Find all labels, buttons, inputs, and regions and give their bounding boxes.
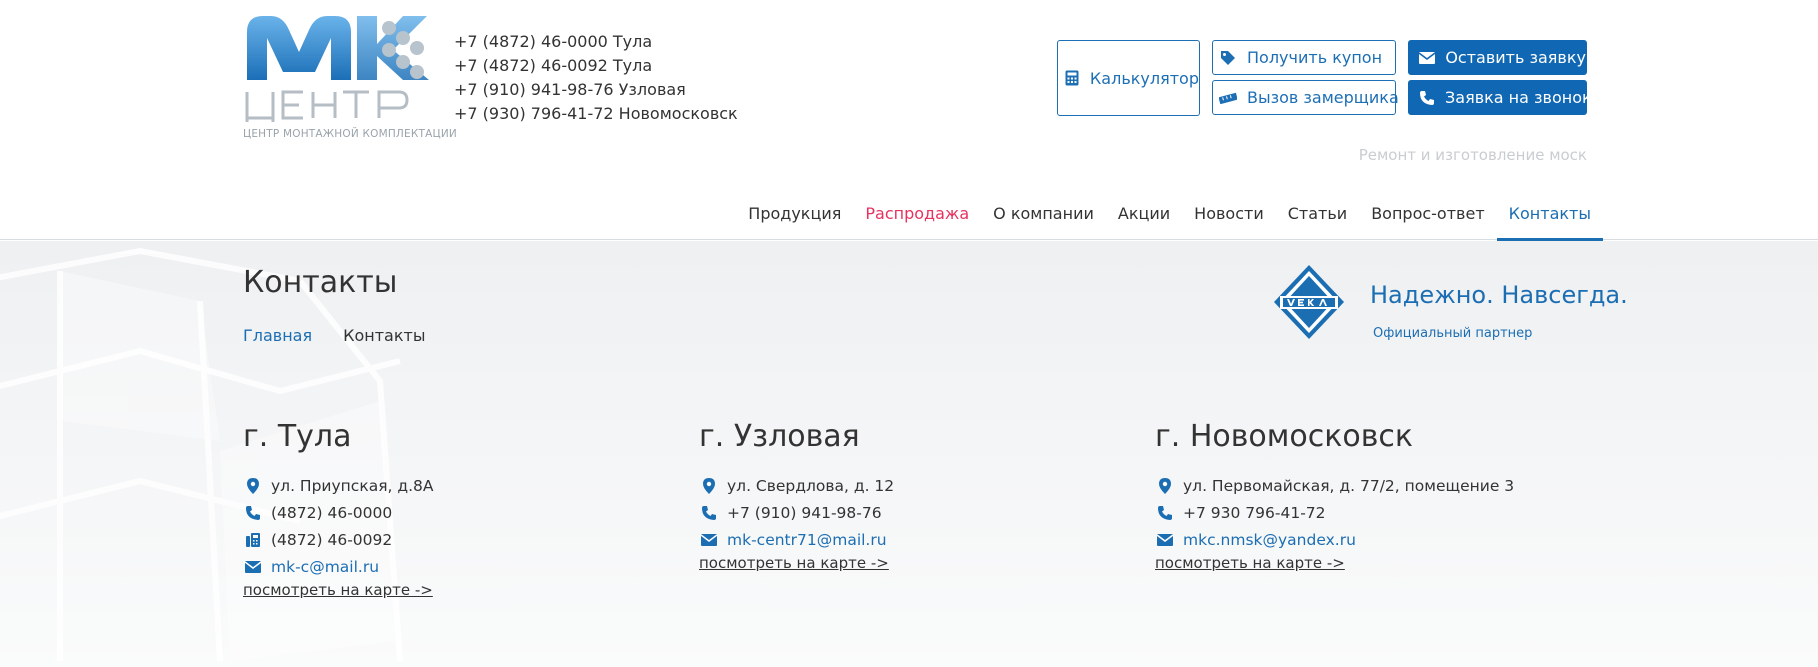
company-logo[interactable] xyxy=(243,10,441,146)
contacts-section: Контакты Главная Контакты Надежно. Навсе… xyxy=(0,241,1818,667)
nav-item-articles[interactable]: Статьи xyxy=(1276,196,1359,240)
header-phone-uzlovaya[interactable]: +7 (910) 941-98-76 Узловая xyxy=(454,78,738,102)
phone-tula[interactable]: (4872) 46-0000 xyxy=(271,504,392,522)
main-navigation: Продукция Распродажа О компании Акции Но… xyxy=(736,196,1604,241)
ruler-icon xyxy=(1219,89,1237,107)
phone-uzlovaya[interactable]: +7 (910) 941-98-76 xyxy=(727,504,882,522)
contact-card-uzlovaya: г. Узловая ул. Свердлова, д. 12 +7 (910)… xyxy=(699,419,894,572)
call-measurer-button[interactable]: Вызов замерщика xyxy=(1212,80,1399,115)
phone-icon xyxy=(699,503,719,523)
request-callback-button[interactable]: Заявка на звонок xyxy=(1408,80,1592,115)
header-phone-novomoskovsk[interactable]: +7 (930) 796-41-72 Новомосковск xyxy=(454,102,738,126)
address-row-uzlovaya: ул. Свердлова, д. 12 xyxy=(699,472,894,499)
address-novomoskovsk: ул. Первомайская, д. 77/2, помещение 3 xyxy=(1183,476,1515,495)
contact-card-novomoskovsk: г. Новомосковск ул. Первомайская, д. 77/… xyxy=(1155,419,1514,572)
address-row-tula: ул. Приупская, д.8А xyxy=(243,472,433,499)
call-measurer-button-label: Вызов замерщика xyxy=(1247,88,1399,107)
envelope-icon xyxy=(1155,530,1175,550)
request-callback-button-label: Заявка на звонок xyxy=(1445,88,1592,107)
nav-item-contacts[interactable]: Контакты xyxy=(1496,196,1604,241)
email-tula[interactable]: mk-c@mail.ru xyxy=(271,558,379,576)
logo-tagline: ЦЕНТР МОНТАЖНОЙ КОМПЛЕКТАЦИИ xyxy=(243,128,457,140)
news-ticker[interactable]: Ремонт и изготовление моск xyxy=(1359,146,1587,164)
get-coupon-button-label: Получить купон xyxy=(1247,48,1383,67)
address-uzlovaya: ул. Свердлова, д. 12 xyxy=(727,476,895,495)
phone-icon xyxy=(1155,503,1175,523)
email-novomoskovsk[interactable]: mkc.nmsk@yandex.ru xyxy=(1183,531,1356,549)
header-phone-tula-1[interactable]: +7 (4872) 46-0000 Тула xyxy=(454,30,738,54)
phone-row-tula: (4872) 46-0000 xyxy=(243,499,433,526)
site-header: ЦЕНТР МОНТАЖНОЙ КОМПЛЕКТАЦИИ +7 (4872) 4… xyxy=(0,0,1818,241)
map-link-novomoskovsk[interactable]: посмотреть на карте -> xyxy=(1155,554,1345,572)
get-coupon-button[interactable]: Получить купон xyxy=(1212,40,1396,75)
page-title: Контакты xyxy=(243,265,398,300)
email-row-tula: mk-c@mail.ru xyxy=(243,553,433,580)
city-name-uzlovaya: г. Узловая xyxy=(699,419,860,454)
phone-novomoskovsk[interactable]: +7 930 796-41-72 xyxy=(1183,504,1326,522)
breadcrumb-current: Контакты xyxy=(343,326,426,345)
official-partner-note: Официальный партнер xyxy=(1373,326,1533,341)
calculator-icon xyxy=(1064,69,1080,87)
phone-icon xyxy=(243,503,263,523)
address-tula: ул. Приупская, д.8А xyxy=(271,476,434,495)
nav-item-faq[interactable]: Вопрос-ответ xyxy=(1359,196,1496,240)
breadcrumb: Главная Контакты xyxy=(243,326,425,345)
header-phone-tula-2[interactable]: +7 (4872) 46-0092 Тула xyxy=(454,54,738,78)
fax-row-tula: (4872) 46-0092 xyxy=(243,526,433,553)
veka-slogan: Надежно. Навсегда. xyxy=(1370,281,1628,309)
calculator-button-label: Калькулятор xyxy=(1089,68,1199,88)
fax-icon xyxy=(243,530,263,550)
phone-icon xyxy=(1419,89,1435,107)
nav-item-promotions[interactable]: Акции xyxy=(1106,196,1182,240)
nav-item-products[interactable]: Продукция xyxy=(736,196,853,240)
tag-icon xyxy=(1219,49,1237,67)
calculator-button[interactable]: Калькулятор xyxy=(1057,40,1200,116)
email-row-uzlovaya: mk-centr71@mail.ru xyxy=(699,526,894,553)
nav-item-sale[interactable]: Распродажа xyxy=(853,196,981,240)
map-marker-icon xyxy=(699,476,719,496)
map-link-tula[interactable]: посмотреть на карте -> xyxy=(243,581,433,599)
veka-logo xyxy=(1272,263,1346,341)
map-marker-icon xyxy=(243,476,263,496)
city-name-novomoskovsk: г. Новомосковск xyxy=(1155,419,1414,454)
envelope-icon xyxy=(699,530,719,550)
email-uzlovaya[interactable]: mk-centr71@mail.ru xyxy=(727,531,887,549)
address-row-novomoskovsk: ул. Первомайская, д. 77/2, помещение 3 xyxy=(1155,472,1514,499)
phone-row-uzlovaya: +7 (910) 941-98-76 xyxy=(699,499,894,526)
leave-request-button[interactable]: Оставить заявку xyxy=(1408,40,1587,75)
envelope-icon xyxy=(243,557,263,577)
fax-tula[interactable]: (4872) 46-0092 xyxy=(271,531,392,549)
breadcrumb-home-link[interactable]: Главная xyxy=(243,326,312,345)
phone-row-novomoskovsk: +7 930 796-41-72 xyxy=(1155,499,1514,526)
envelope-icon xyxy=(1419,49,1436,67)
leave-request-button-label: Оставить заявку xyxy=(1445,48,1586,67)
city-name-tula: г. Тула xyxy=(243,419,352,454)
nav-item-news[interactable]: Новости xyxy=(1182,196,1276,240)
email-row-novomoskovsk: mkc.nmsk@yandex.ru xyxy=(1155,526,1514,553)
contact-card-tula: г. Тула ул. Приупская, д.8А (4872) 46-00… xyxy=(243,419,433,599)
map-marker-icon xyxy=(1155,476,1175,496)
nav-item-about[interactable]: О компании xyxy=(981,196,1106,240)
map-link-uzlovaya[interactable]: посмотреть на карте -> xyxy=(699,554,889,572)
header-phone-list: +7 (4872) 46-0000 Тула +7 (4872) 46-0092… xyxy=(454,30,738,126)
